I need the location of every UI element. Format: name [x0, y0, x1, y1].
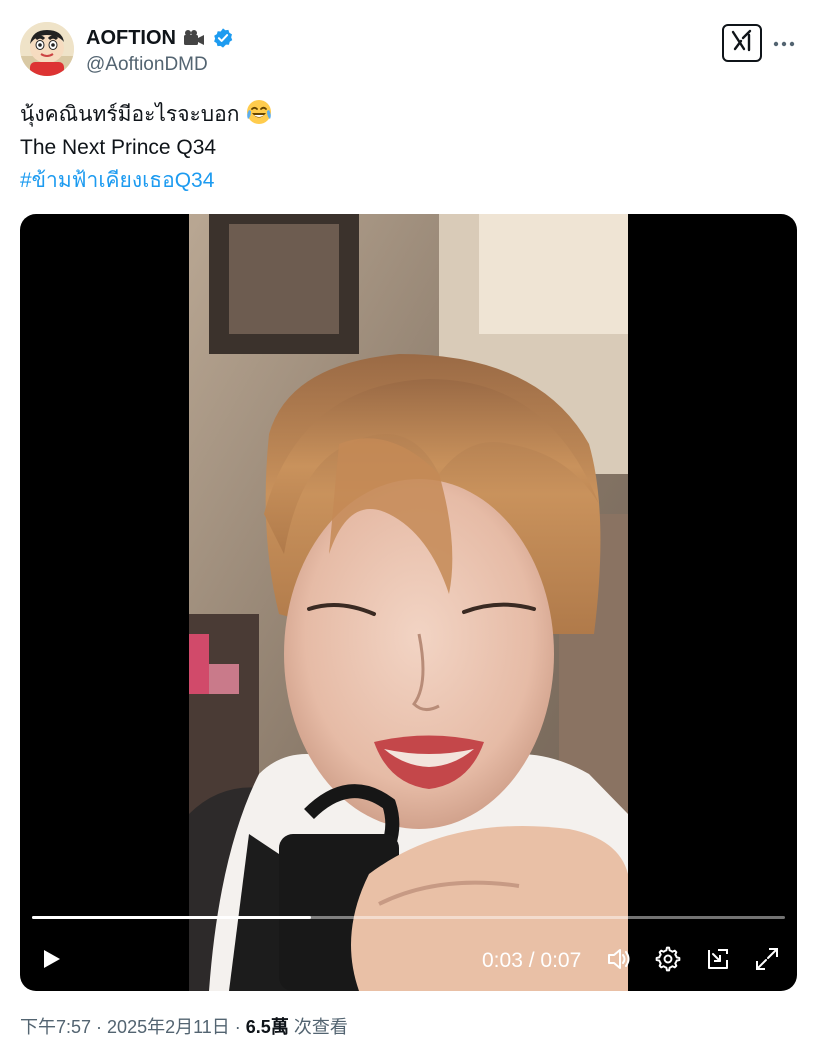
author-handle[interactable]: @AoftionDMD [86, 53, 208, 77]
grok-button[interactable] [722, 24, 762, 62]
play-button[interactable] [36, 946, 66, 976]
tweet-header: AOFTION @AoftionDMD [20, 22, 800, 80]
settings-button[interactable] [653, 946, 683, 976]
tweet-line-2: The Next Prince Q34 [20, 136, 217, 159]
picture-in-picture-button[interactable] [703, 946, 733, 976]
author-display-name[interactable]: AOFTION [86, 26, 176, 50]
hashtag-link[interactable]: #ข้ามฟ้าเคียงเธอQ34 [20, 164, 800, 197]
meta-separator: · [229, 1017, 246, 1037]
volume-button[interactable] [604, 946, 634, 976]
video-time: 0:03 / 0:07 [482, 948, 581, 974]
grok-icon [728, 27, 756, 60]
tweet-line-1: นุ้งคณินทร์มีอะไรจะบอก [20, 98, 800, 131]
play-icon [39, 947, 63, 976]
gear-icon [655, 946, 681, 977]
views-count: 6.5萬 [245, 1017, 289, 1037]
more-options-button[interactable] [772, 32, 796, 54]
verified-badge-icon [212, 27, 236, 49]
avatar[interactable] [20, 22, 74, 76]
post-time[interactable]: 下午7:57 [20, 1017, 91, 1037]
more-horizontal-icon [773, 34, 795, 52]
video-controls: 0:03 / 0:07 [20, 936, 797, 986]
time-separator: / [522, 949, 541, 972]
tweet-line-1-text: นุ้งคณินทร์มีอะไรจะบอก [20, 103, 240, 126]
laughing-tears-emoji-icon [245, 98, 273, 126]
picture-in-picture-icon [705, 946, 731, 977]
fullscreen-button[interactable] [752, 946, 782, 976]
views-label: 次查看 [288, 1017, 348, 1037]
current-time: 0:03 [482, 949, 523, 972]
volume-icon [605, 945, 633, 978]
post-date[interactable]: 2025年2月11日 [107, 1017, 230, 1037]
video-camera-icon [182, 27, 206, 49]
video-player[interactable]: 0:03 / 0:07 [20, 214, 797, 991]
tweet-meta: 下午7:57 · 2025年2月11日 · 6.5萬 次查看 [20, 1015, 348, 1039]
fullscreen-icon [754, 946, 780, 977]
video-progress-bar[interactable] [32, 916, 785, 919]
author-name-row[interactable]: AOFTION [86, 26, 236, 50]
tweet-text: นุ้งคณินทร์มีอะไรจะบอก The Next Prince Q… [20, 98, 800, 197]
video-frame[interactable] [189, 214, 628, 991]
meta-separator: · [91, 1017, 108, 1037]
duration: 0:07 [540, 949, 582, 972]
video-progress-fill [32, 916, 311, 919]
